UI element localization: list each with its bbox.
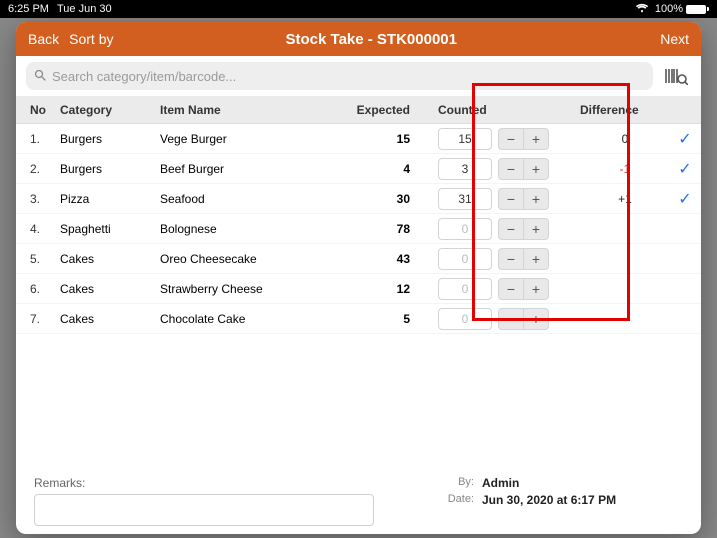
cell-item: Chocolate Cake <box>160 312 340 326</box>
col-header-item: Item Name <box>160 103 340 117</box>
counted-input[interactable] <box>438 278 492 300</box>
cell-category: Burgers <box>60 162 160 176</box>
counted-input[interactable] <box>438 308 492 330</box>
ios-status-bar: 6:25 PM Tue Jun 30 100% <box>0 0 717 18</box>
increment-button[interactable]: + <box>523 128 549 150</box>
cell-item: Strawberry Cheese <box>160 282 340 296</box>
cell-category: Pizza <box>60 192 160 206</box>
increment-button[interactable]: + <box>523 188 549 210</box>
table-body: 1.BurgersVege Burger15−+0✓2.BurgersBeef … <box>16 124 701 334</box>
cell-item: Beef Burger <box>160 162 340 176</box>
cell-difference: +1 <box>580 192 670 206</box>
col-header-counted: Counted <box>420 103 580 117</box>
table-row: 3.PizzaSeafood30 −+ +1✓ <box>16 184 701 214</box>
counted-input[interactable] <box>438 128 492 150</box>
cell-no: 1. <box>16 132 60 146</box>
meta-by-label: By: <box>434 476 474 490</box>
cell-item: Seafood <box>160 192 340 206</box>
cell-category: Burgers <box>60 132 160 146</box>
cell-expected: 15 <box>340 132 420 146</box>
cell-no: 5. <box>16 252 60 266</box>
cell-expected: 43 <box>340 252 420 266</box>
search-row <box>16 56 701 96</box>
cell-expected: 4 <box>340 162 420 176</box>
cell-expected: 78 <box>340 222 420 236</box>
col-header-no: No <box>16 103 60 117</box>
cell-expected: 30 <box>340 192 420 206</box>
back-button[interactable]: Back <box>28 31 59 47</box>
search-icon <box>34 69 46 84</box>
cell-difference: 0 <box>580 132 670 146</box>
cell-category: Spaghetti <box>60 222 160 236</box>
cell-category: Cakes <box>60 312 160 326</box>
cell-item: Bolognese <box>160 222 340 236</box>
increment-button[interactable]: + <box>523 278 549 300</box>
decrement-button[interactable]: − <box>498 128 524 150</box>
cell-no: 6. <box>16 282 60 296</box>
decrement-button[interactable]: − <box>498 278 524 300</box>
meta-block: By: Admin Date: Jun 30, 2020 at 6:17 PM <box>434 476 616 507</box>
status-time: 6:25 PM <box>8 3 49 15</box>
cell-category: Cakes <box>60 282 160 296</box>
stock-take-sheet: Back Sort by Stock Take - STK000001 Next… <box>16 22 701 534</box>
col-header-expected: Expected <box>340 103 420 117</box>
cell-no: 3. <box>16 192 60 206</box>
table-row: 6.CakesStrawberry Cheese12 −+ <box>16 274 701 304</box>
decrement-button[interactable]: − <box>498 308 524 330</box>
decrement-button[interactable]: − <box>498 188 524 210</box>
decrement-button[interactable]: − <box>498 248 524 270</box>
meta-date-value: Jun 30, 2020 at 6:17 PM <box>482 493 616 507</box>
search-wrap[interactable] <box>26 62 653 90</box>
table-row: 5.CakesOreo Cheesecake43 −+ <box>16 244 701 274</box>
remarks-input[interactable] <box>34 494 374 526</box>
checkmark-icon: ✓ <box>670 189 700 209</box>
increment-button[interactable]: + <box>523 158 549 180</box>
cell-no: 4. <box>16 222 60 236</box>
cell-expected: 12 <box>340 282 420 296</box>
barcode-scan-button[interactable] <box>661 63 691 89</box>
sort-by-button[interactable]: Sort by <box>69 31 113 47</box>
increment-button[interactable]: + <box>523 218 549 240</box>
meta-date-label: Date: <box>434 493 474 507</box>
cell-no: 2. <box>16 162 60 176</box>
remarks-label: Remarks: <box>34 476 374 490</box>
status-date: Tue Jun 30 <box>57 3 112 15</box>
table-row: 2.BurgersBeef Burger4 −+ -1✓ <box>16 154 701 184</box>
next-button[interactable]: Next <box>660 31 689 47</box>
counted-input[interactable] <box>438 218 492 240</box>
increment-button[interactable]: + <box>523 308 549 330</box>
decrement-button[interactable]: − <box>498 158 524 180</box>
table-row: 7.CakesChocolate Cake5 −+ <box>16 304 701 334</box>
col-header-difference: Difference <box>580 103 670 117</box>
topbar: Back Sort by Stock Take - STK000001 Next <box>16 22 701 56</box>
checkmark-icon: ✓ <box>670 159 700 179</box>
table-header: No Category Item Name Expected Counted D… <box>16 96 701 124</box>
wifi-icon <box>635 3 649 16</box>
counted-input[interactable] <box>438 158 492 180</box>
counted-input[interactable] <box>438 188 492 210</box>
table-row: 1.BurgersVege Burger15 −+0✓ <box>16 124 701 154</box>
bottom-bar: Remarks: By: Admin Date: Jun 30, 2020 at… <box>16 476 701 526</box>
cell-category: Cakes <box>60 252 160 266</box>
cell-difference: -1 <box>580 162 670 176</box>
battery-indicator: 100% <box>655 3 709 15</box>
checkmark-icon: ✓ <box>670 129 700 149</box>
cell-item: Vege Burger <box>160 132 340 146</box>
cell-item: Oreo Cheesecake <box>160 252 340 266</box>
page-title: Stock Take - STK000001 <box>113 31 629 48</box>
col-header-category: Category <box>60 103 160 117</box>
meta-by-value: Admin <box>482 476 616 490</box>
counted-input[interactable] <box>438 248 492 270</box>
cell-expected: 5 <box>340 312 420 326</box>
decrement-button[interactable]: − <box>498 218 524 240</box>
table-row: 4.SpaghettiBolognese78 −+ <box>16 214 701 244</box>
cell-no: 7. <box>16 312 60 326</box>
increment-button[interactable]: + <box>523 248 549 270</box>
search-input[interactable] <box>52 69 645 84</box>
